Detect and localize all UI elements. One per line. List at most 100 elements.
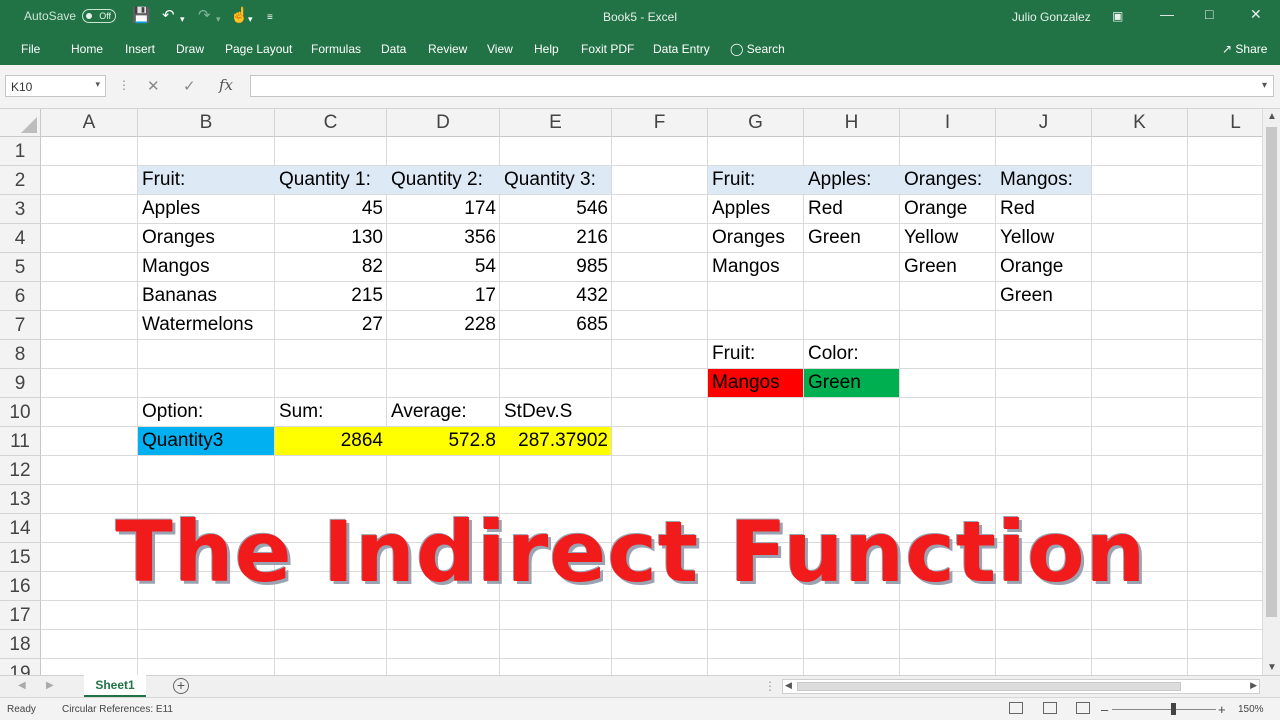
cell-c11[interactable]: 2864 (275, 427, 387, 456)
page-break-view-icon[interactable] (1076, 702, 1090, 714)
tab-draw[interactable]: Draw (176, 42, 204, 56)
row-header-2[interactable]: 2 (0, 166, 41, 195)
cell-i2[interactable]: Oranges: (900, 166, 996, 195)
column-header-g[interactable]: G (708, 109, 804, 137)
tab-home[interactable]: Home (71, 42, 103, 56)
vertical-scroll-thumb[interactable] (1266, 127, 1277, 617)
cell-c6[interactable]: 215 (275, 282, 387, 311)
column-header-d[interactable]: D (387, 109, 500, 137)
cell-c7[interactable]: 27 (275, 311, 387, 340)
ribbon-display-icon[interactable]: ▣ (1112, 9, 1123, 23)
zoom-slider-thumb[interactable] (1171, 703, 1176, 715)
cell-g2[interactable]: Fruit: (708, 166, 804, 195)
cell-d7[interactable]: 228 (387, 311, 500, 340)
row-header-5[interactable]: 5 (0, 253, 41, 282)
column-header-a[interactable]: A (41, 109, 138, 137)
tab-file[interactable]: File (21, 42, 40, 56)
cell-d5[interactable]: 54 (387, 253, 500, 282)
tab-data-entry[interactable]: Data Entry (653, 42, 710, 56)
cell-e7[interactable]: 685 (500, 311, 612, 340)
row-header-8[interactable]: 8 (0, 340, 41, 369)
cell-h9[interactable]: Green (804, 369, 900, 398)
cell-e4[interactable]: 216 (500, 224, 612, 253)
cell-d10[interactable]: Average: (387, 398, 500, 427)
row-header-18[interactable]: 18 (0, 630, 41, 659)
zoom-slider[interactable] (1112, 709, 1216, 710)
user-name[interactable]: Julio Gonzalez (1012, 10, 1091, 24)
row-header-1[interactable]: 1 (0, 137, 41, 166)
cell-h8[interactable]: Color: (804, 340, 900, 369)
column-header-j[interactable]: J (996, 109, 1092, 137)
row-header-12[interactable]: 12 (0, 456, 41, 485)
cell-h2[interactable]: Apples: (804, 166, 900, 195)
cell-c2[interactable]: Quantity 1: (275, 166, 387, 195)
column-header-l[interactable]: L (1188, 109, 1262, 137)
scroll-down-icon[interactable]: ▼ (1267, 662, 1277, 673)
cell-d4[interactable]: 356 (387, 224, 500, 253)
row-header-10[interactable]: 10 (0, 398, 41, 427)
horizontal-scroll-thumb[interactable] (797, 682, 1181, 691)
cell-j6[interactable]: Green (996, 282, 1092, 311)
insert-function-button[interactable]: fx (219, 76, 233, 94)
cell-g9[interactable]: Mangos (708, 369, 804, 398)
tab-split-handle[interactable]: ⋮ (764, 679, 776, 693)
cell-b6[interactable]: Bananas (138, 282, 275, 311)
cell-c4[interactable]: 130 (275, 224, 387, 253)
spreadsheet-grid[interactable]: ABCDEFGHIJKL 1 2 3 4 5 6 7 8 9 10 11 12 13 14 15 16 17 18… (0, 109, 1262, 675)
row-header-6[interactable]: 6 (0, 282, 41, 311)
next-sheet-icon[interactable]: ▶ (46, 680, 54, 691)
scroll-left-icon[interactable]: ◀ (785, 680, 792, 691)
cell-i5[interactable]: Green (900, 253, 996, 282)
horizontal-scrollbar[interactable]: ◀ ▶ (782, 679, 1260, 694)
row-header-19[interactable]: 19 (0, 659, 41, 675)
column-header-i[interactable]: I (900, 109, 996, 137)
column-header-f[interactable]: F (612, 109, 708, 137)
maximize-icon[interactable]: □ (1205, 6, 1213, 22)
enter-icon[interactable]: ✓ (183, 77, 196, 95)
minimize-icon[interactable]: — (1160, 6, 1174, 22)
formula-input[interactable]: ▾ (250, 75, 1274, 97)
cell-b2[interactable]: Fruit: (138, 166, 275, 195)
cell-c5[interactable]: 82 (275, 253, 387, 282)
row-header-9[interactable]: 9 (0, 369, 41, 398)
cell-g3[interactable]: Apples (708, 195, 804, 224)
share-button[interactable]: ↗ Share (1222, 42, 1267, 56)
row-header-3[interactable]: 3 (0, 195, 41, 224)
add-sheet-icon[interactable]: + (173, 678, 189, 694)
cell-g8[interactable]: Fruit: (708, 340, 804, 369)
tab-foxit-pdf[interactable]: Foxit PDF (581, 42, 634, 56)
cell-b7[interactable]: Watermelons (138, 311, 275, 340)
close-icon[interactable]: ✕ (1250, 6, 1262, 23)
column-header-h[interactable]: H (804, 109, 900, 137)
cell-b3[interactable]: Apples (138, 195, 275, 224)
cell-i3[interactable]: Orange (900, 195, 996, 224)
cell-e11[interactable]: 287.37902 (500, 427, 612, 456)
vertical-scrollbar[interactable]: ▲ ▼ (1262, 109, 1280, 675)
row-header-4[interactable]: 4 (0, 224, 41, 253)
cell-j4[interactable]: Yellow (996, 224, 1092, 253)
zoom-out-icon[interactable]: – (1101, 702, 1108, 717)
zoom-in-icon[interactable]: + (1218, 702, 1226, 717)
cell-g4[interactable]: Oranges (708, 224, 804, 253)
cell-e6[interactable]: 432 (500, 282, 612, 311)
column-header-e[interactable]: E (500, 109, 612, 137)
normal-view-icon[interactable] (1009, 702, 1023, 714)
name-box[interactable]: K10 ▾ (5, 75, 106, 97)
tab-page-layout[interactable]: Page Layout (225, 42, 292, 56)
scroll-up-icon[interactable]: ▲ (1267, 111, 1277, 122)
cell-c10[interactable]: Sum: (275, 398, 387, 427)
cancel-icon[interactable]: ✕ (147, 77, 160, 95)
sheet-tab-sheet1[interactable]: Sheet1 (84, 675, 146, 697)
cell-c3[interactable]: 45 (275, 195, 387, 224)
expand-formula-icon[interactable]: ▾ (1262, 80, 1267, 91)
scroll-right-icon[interactable]: ▶ (1250, 680, 1257, 691)
cell-d6[interactable]: 17 (387, 282, 500, 311)
zoom-level[interactable]: 150% (1238, 704, 1264, 715)
tab-help[interactable]: Help (534, 42, 559, 56)
row-header-11[interactable]: 11 (0, 427, 41, 456)
page-layout-view-icon[interactable] (1043, 702, 1057, 714)
cell-e10[interactable]: StDev.S (500, 398, 612, 427)
select-all-button[interactable] (0, 109, 41, 137)
cell-h4[interactable]: Green (804, 224, 900, 253)
row-header-17[interactable]: 17 (0, 601, 41, 630)
